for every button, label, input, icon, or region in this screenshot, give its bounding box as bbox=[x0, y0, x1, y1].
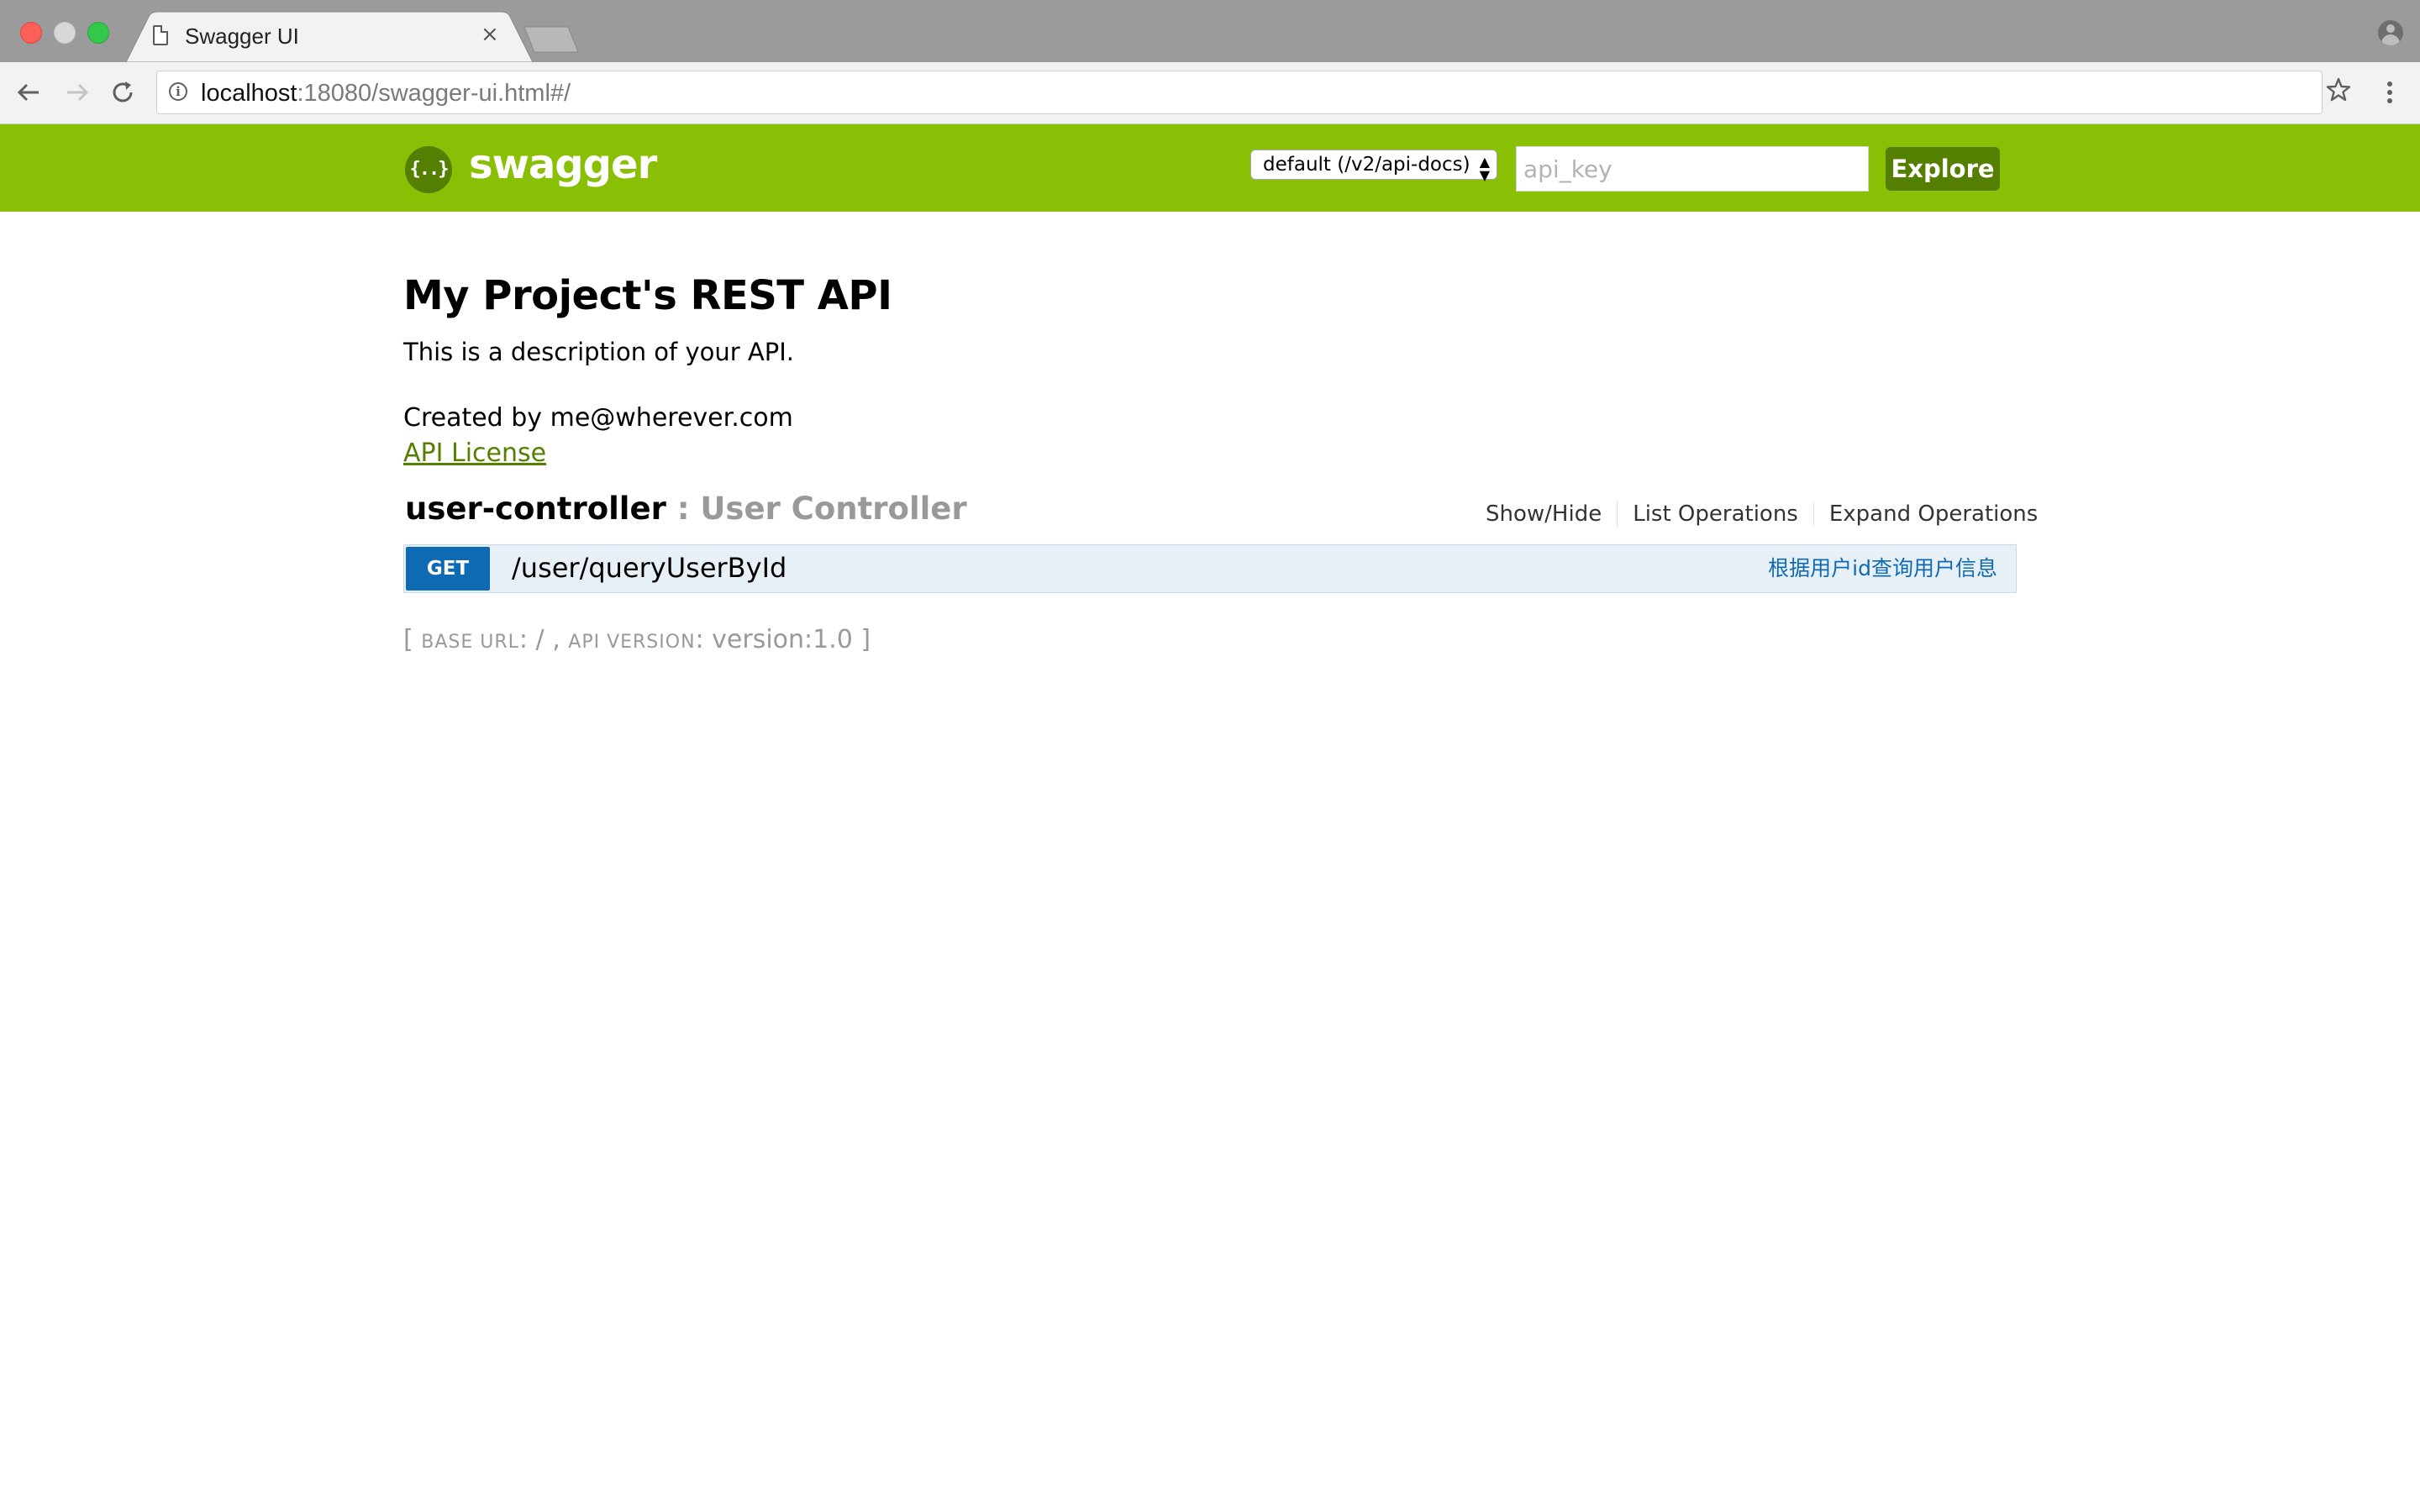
explore-button[interactable]: Explore bbox=[1886, 147, 2000, 191]
api-title: My Project's REST API bbox=[403, 272, 892, 319]
expand-operations-link[interactable]: Expand Operations bbox=[1812, 501, 2053, 527]
forward-icon[interactable] bbox=[62, 77, 92, 108]
resource-actions: Show/Hide List Operations Expand Operation… bbox=[1472, 501, 2053, 527]
url-text[interactable]: localhost:18080/swagger-ui.html#/ bbox=[201, 80, 571, 108]
back-icon[interactable] bbox=[13, 77, 44, 108]
api-footer-info: [ BASE URL: / , API VERSION: version:1.0… bbox=[403, 625, 871, 654]
browser-tab-strip: Swagger UI × bbox=[0, 0, 2420, 62]
list-operations-link[interactable]: List Operations bbox=[1617, 501, 1813, 527]
show-hide-link[interactable]: Show/Hide bbox=[1472, 501, 1617, 527]
resource-heading[interactable]: user-controller : User Controller bbox=[405, 491, 967, 527]
operation-path[interactable]: /user/queryUserById bbox=[512, 550, 786, 585]
browser-toolbar: i localhost:18080/swagger-ui.html#/ bbox=[0, 62, 2420, 124]
menu-icon[interactable] bbox=[2380, 76, 2400, 109]
base-url-label: BASE URL bbox=[421, 632, 519, 653]
resource-description: : User Controller bbox=[666, 491, 967, 527]
document-icon bbox=[153, 25, 168, 45]
star-icon[interactable] bbox=[2324, 76, 2353, 112]
swagger-logo-icon[interactable]: {..} bbox=[405, 146, 452, 193]
spec-select[interactable]: default (/v2/api-docs) ▲ ▼ bbox=[1250, 150, 1497, 183]
api-version-value: : version:1.0 ] bbox=[695, 625, 871, 654]
api-contact: Created by me@wherever.com bbox=[403, 403, 793, 433]
api-license-link[interactable]: API License bbox=[403, 438, 546, 468]
profile-icon[interactable] bbox=[2378, 20, 2403, 45]
swagger-header: {..} swagger default (/v2/api-docs) ▲▼ E… bbox=[0, 124, 2420, 212]
resource-name[interactable]: user-controller bbox=[405, 491, 666, 527]
tab-close-icon[interactable]: × bbox=[481, 20, 499, 49]
select-arrows-icon: ▲ ▼ bbox=[1479, 154, 1490, 183]
tab-title: Swagger UI bbox=[185, 24, 299, 49]
swagger-logo-text[interactable]: swagger bbox=[469, 141, 657, 188]
api-description: This is a description of your API. bbox=[403, 338, 795, 366]
api-version-label: API VERSION bbox=[568, 632, 696, 653]
operation-summary[interactable]: 根据用户id查询用户信息 bbox=[1768, 554, 1997, 584]
info-icon[interactable]: i bbox=[169, 82, 187, 101]
base-url-value: : / , bbox=[518, 625, 569, 654]
operation-row[interactable]: GET /user/queryUserById 根据用户id查询用户信息 bbox=[403, 544, 2017, 593]
api-key-input[interactable] bbox=[1516, 146, 1869, 192]
address-bar[interactable]: i localhost:18080/swagger-ui.html#/ bbox=[156, 71, 2323, 114]
reload-icon[interactable] bbox=[108, 77, 138, 108]
http-method-badge[interactable]: GET bbox=[406, 547, 490, 591]
spec-select-value: default (/v2/api-docs) bbox=[1263, 154, 1470, 176]
